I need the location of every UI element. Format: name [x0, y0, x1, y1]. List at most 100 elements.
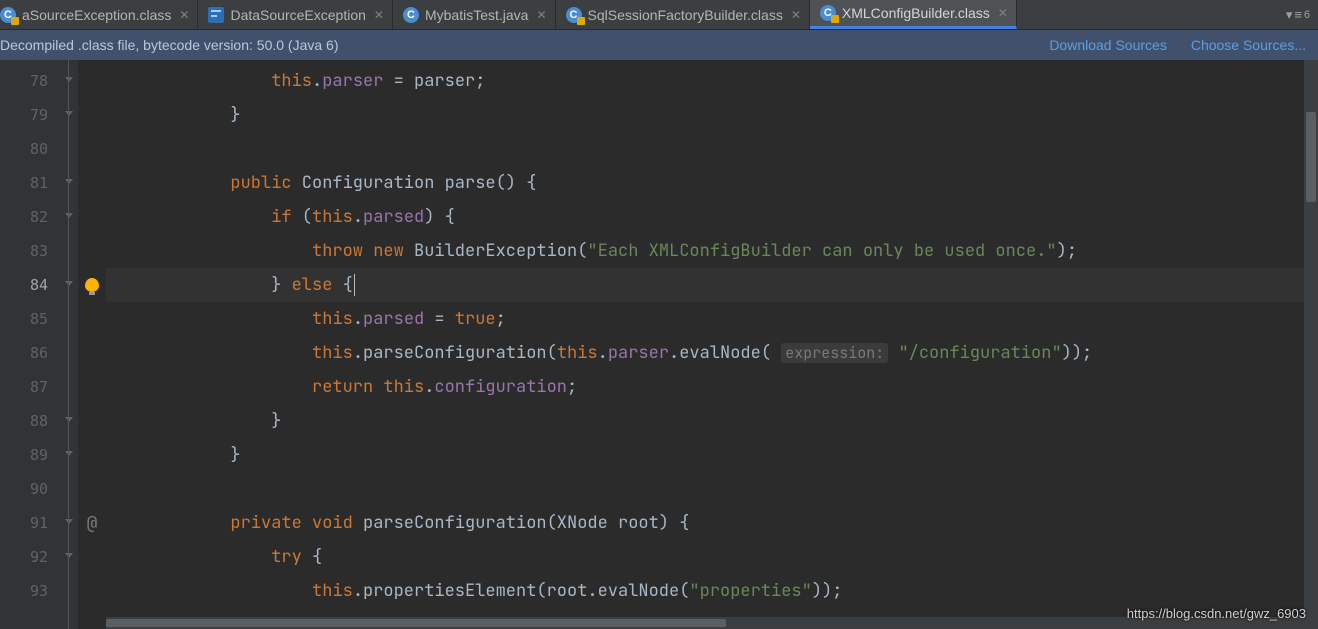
tab-overflow-button[interactable]: ▾≡6: [1278, 7, 1318, 23]
annotation-slot: [78, 438, 106, 472]
fold-handle[interactable]: [60, 336, 78, 370]
fold-icon: [64, 76, 74, 86]
annotation-slot: [78, 166, 106, 200]
tab-datasourceexception[interactable]: DataSourceException✕: [198, 0, 392, 29]
code-line[interactable]: private void parseConfiguration(XNode ro…: [106, 506, 1318, 540]
download-sources-link[interactable]: Download Sources: [1049, 37, 1167, 53]
fold-icon: [64, 416, 74, 426]
line-number[interactable]: 78: [0, 64, 60, 98]
tab-mybatistest-java[interactable]: C MybatisTest.java ✕: [393, 0, 556, 29]
chevron-down-icon: ▾: [1286, 7, 1293, 23]
line-number[interactable]: 86: [0, 336, 60, 370]
horizontal-scrollbar-thumb[interactable]: [106, 619, 726, 627]
intention-bulb-icon[interactable]: [85, 278, 99, 292]
line-number[interactable]: 81: [0, 166, 60, 200]
code-line[interactable]: this.parser = parser;: [106, 64, 1318, 98]
code-area[interactable]: this.parser = parser; } public Configura…: [106, 60, 1318, 629]
code-line[interactable]: if (this.parsed) {: [106, 200, 1318, 234]
banner-message: Decompiled .class file, bytecode version…: [0, 37, 339, 53]
code-line[interactable]: this.parsed = true;: [106, 302, 1318, 336]
watermark-text: https://blog.csdn.net/gwz_6903: [1127, 606, 1306, 621]
code-line[interactable]: } else {: [106, 268, 1318, 302]
fold-icon: [64, 212, 74, 222]
decompiled-banner: Decompiled .class file, bytecode version…: [0, 30, 1318, 60]
close-icon[interactable]: ✕: [998, 6, 1008, 20]
annotation-slot: [78, 370, 106, 404]
fold-handle[interactable]: [60, 234, 78, 268]
close-icon[interactable]: ✕: [179, 8, 189, 22]
line-number[interactable]: 89: [0, 438, 60, 472]
line-number[interactable]: 84: [0, 268, 60, 302]
code-line[interactable]: }: [106, 98, 1318, 132]
fold-handle[interactable]: [60, 506, 78, 540]
fold-icon: [64, 178, 74, 188]
line-number[interactable]: 93: [0, 574, 60, 608]
code-line[interactable]: try {: [106, 540, 1318, 574]
code-line[interactable]: public Configuration parse() {: [106, 166, 1318, 200]
tab-label: MybatisTest.java: [425, 7, 528, 23]
annotation-slot: [78, 64, 106, 98]
fold-handle[interactable]: [60, 472, 78, 506]
annotation-slot: [78, 540, 106, 574]
exception-icon: [208, 7, 224, 23]
fold-handle[interactable]: [60, 200, 78, 234]
hamburger-icon: ≡: [1294, 7, 1302, 22]
line-number[interactable]: 80: [0, 132, 60, 166]
annotation-slot: [78, 302, 106, 336]
fold-handle[interactable]: [60, 268, 78, 302]
code-line[interactable]: this.parseConfiguration(this.parser.eval…: [106, 336, 1318, 370]
line-number[interactable]: 79: [0, 98, 60, 132]
tab-asourceexception-class[interactable]: CaSourceException.class✕: [0, 0, 198, 29]
fold-handle[interactable]: [60, 540, 78, 574]
fold-icon: [64, 518, 74, 528]
fold-handle[interactable]: [60, 166, 78, 200]
annotation-slot: @: [78, 506, 106, 540]
line-number[interactable]: 85: [0, 302, 60, 336]
tab-bar: CaSourceException.class✕DataSourceExcept…: [0, 0, 1318, 30]
code-line[interactable]: throw new BuilderException("Each XMLConf…: [106, 234, 1318, 268]
tab-label: XMLConfigBuilder.class: [842, 5, 990, 21]
java-file-icon: C: [403, 7, 419, 23]
line-number[interactable]: 82: [0, 200, 60, 234]
code-line[interactable]: }: [106, 404, 1318, 438]
fold-handle[interactable]: [60, 98, 78, 132]
line-number-gutter[interactable]: 78798081828384858687888990919293: [0, 60, 60, 629]
fold-icon: [64, 552, 74, 562]
code-line[interactable]: return this.configuration;: [106, 370, 1318, 404]
fold-gutter[interactable]: [60, 60, 78, 629]
line-number[interactable]: 83: [0, 234, 60, 268]
fold-icon: [64, 450, 74, 460]
line-number[interactable]: 91: [0, 506, 60, 540]
tab-xmlconfigbuilder-class[interactable]: CXMLConfigBuilder.class✕: [810, 0, 1017, 29]
choose-sources-link[interactable]: Choose Sources...: [1191, 37, 1306, 53]
tab-sqlsessionfactorybuilder-class[interactable]: CSqlSessionFactoryBuilder.class✕: [556, 0, 810, 29]
code-line[interactable]: this.propertiesElement(root.evalNode("pr…: [106, 574, 1318, 608]
fold-handle[interactable]: [60, 132, 78, 166]
line-number[interactable]: 92: [0, 540, 60, 574]
class-file-icon: C: [566, 7, 582, 23]
fold-handle[interactable]: [60, 574, 78, 608]
vertical-scrollbar[interactable]: [1304, 60, 1318, 629]
code-line[interactable]: }: [106, 438, 1318, 472]
fold-handle[interactable]: [60, 302, 78, 336]
annotation-slot: [78, 336, 106, 370]
annotation-slot: [78, 98, 106, 132]
line-number[interactable]: 90: [0, 472, 60, 506]
fold-icon: [64, 110, 74, 120]
fold-handle[interactable]: [60, 404, 78, 438]
close-icon[interactable]: ✕: [536, 8, 546, 22]
vertical-scrollbar-thumb[interactable]: [1306, 112, 1316, 202]
close-icon[interactable]: ✕: [374, 8, 384, 22]
fold-handle[interactable]: [60, 438, 78, 472]
fold-handle[interactable]: [60, 64, 78, 98]
line-number[interactable]: 87: [0, 370, 60, 404]
line-number[interactable]: 88: [0, 404, 60, 438]
override-gutter-icon[interactable]: @: [87, 512, 98, 535]
close-icon[interactable]: ✕: [791, 8, 801, 22]
annotation-slot: [78, 472, 106, 506]
fold-handle[interactable]: [60, 370, 78, 404]
annotation-gutter[interactable]: @: [78, 60, 106, 629]
horizontal-scrollbar[interactable]: [106, 617, 1304, 629]
code-line[interactable]: [106, 132, 1318, 166]
code-line[interactable]: [106, 472, 1318, 506]
